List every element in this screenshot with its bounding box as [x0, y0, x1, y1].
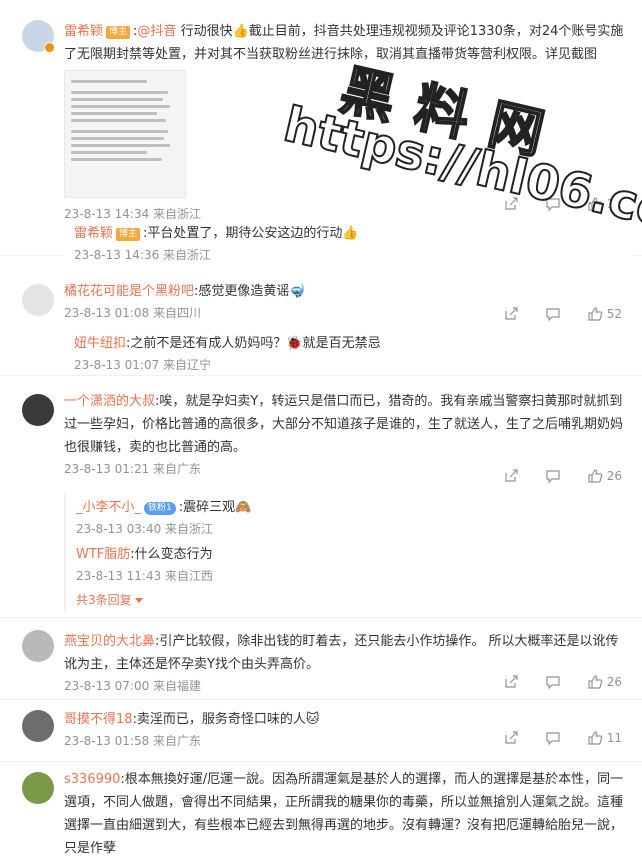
share-icon: [505, 731, 518, 744]
share-button[interactable]: [503, 306, 519, 322]
username-link[interactable]: 哥摸不得18: [64, 712, 133, 727]
reply-button[interactable]: [545, 468, 561, 484]
reply-text: :什么变态行为: [130, 547, 213, 562]
comment-2: 橘花花可能是个黑粉吧:感觉更像造黄谣🤿 23-8-13 01:08 来自四川 5…: [0, 256, 642, 376]
comment-icon: [546, 470, 560, 484]
fan-badge: 铁粉1: [144, 502, 176, 515]
verified-badge-icon: [44, 42, 55, 53]
comment-body: :卖淫而已，服务奇怪口味的人🐱: [132, 712, 320, 727]
comment-actions: 26: [477, 468, 622, 484]
like-count: 26: [606, 675, 622, 689]
comment-actions: 26: [477, 674, 622, 690]
like-count: 26: [606, 469, 622, 483]
comment-text: 燕宝贝的大北鼻:引产比较假，除非出钱的盯着去，还只能去小作坊操作。 所以大概率还…: [64, 630, 632, 676]
comment-text: 橘花花可能是个黑粉吧:感觉更像造黄谣🤿: [64, 280, 632, 303]
more-replies-link[interactable]: 共3条回复: [76, 593, 143, 607]
reply-meta: 23-8-13 01:07 来自辽宁: [74, 358, 212, 372]
comment-icon: [546, 198, 560, 212]
like-button[interactable]: 12: [587, 196, 622, 212]
like-count: 12: [606, 197, 622, 211]
reply-meta: 23-8-13 11:43 来自江西: [76, 569, 214, 583]
share-icon: [505, 675, 518, 688]
username-link[interactable]: 雷希颖: [64, 24, 103, 39]
reply-text: :平台处置了，期待公安这边的行动👍: [143, 226, 359, 241]
comment-body: :感觉更像造黄谣🤿: [194, 284, 306, 299]
reply-text: :震碎三观🙈: [178, 500, 252, 515]
chevron-down-icon: [134, 598, 143, 603]
reply-item: _小李不小_ 铁粉1:震碎三观🙈 23-8-13 03:40 来自浙江: [66, 494, 632, 541]
comment-actions: 52: [477, 306, 622, 322]
like-button[interactable]: 26: [587, 468, 622, 484]
reply-username-link[interactable]: 雷希颖: [74, 226, 113, 241]
comment-icon: [546, 676, 560, 690]
avatar[interactable]: [22, 772, 54, 804]
share-button[interactable]: [503, 674, 519, 690]
comment-text: 哥摸不得18:卖淫而已，服务奇怪口味的人🐱: [64, 708, 632, 731]
comment-icon: [546, 732, 560, 746]
share-icon: [505, 469, 518, 482]
thumbs-up-icon: [588, 307, 602, 321]
avatar[interactable]: [22, 394, 54, 426]
reply-username-link[interactable]: 妞牛纽扣: [74, 336, 126, 351]
comment-actions: 12: [477, 196, 622, 212]
reply-list: 妞牛纽扣:之前不是还有成人奶妈吗？🐞就是百无禁忌 23-8-13 01:07 来…: [64, 330, 632, 377]
mention-link[interactable]: @抖音: [137, 24, 176, 39]
comment-icon: [546, 308, 560, 322]
reply-button[interactable]: [545, 674, 561, 690]
share-button[interactable]: [503, 730, 519, 746]
reply-item: WTF脂肪:什么变态行为 23-8-13 11:43 来自江西: [66, 541, 632, 588]
username-link[interactable]: 燕宝贝的大北鼻: [64, 634, 155, 649]
share-icon: [505, 307, 518, 320]
reply-username-link[interactable]: WTF脂肪: [76, 547, 130, 562]
comment-1: 雷希颖 博主:@抖音 行动很快👍截止目前，抖音共处理违规视频及评论1330条，对2…: [0, 0, 642, 267]
comment-text: 一个潇洒的大叔:唉，就是孕妇卖Y，转运只是借口而已，猎奇的。我有亲戚当警察扫黄那…: [64, 390, 632, 459]
comment-3: 一个潇洒的大叔:唉，就是孕妇卖Y，转运只是借口而已，猎奇的。我有亲戚当警察扫黄那…: [0, 376, 642, 618]
reply-username-link[interactable]: _小李不小_: [76, 500, 141, 515]
reply-meta: 23-8-13 03:40 来自浙江: [76, 522, 214, 536]
thumbs-up-icon: [588, 469, 602, 483]
reply-list: _小李不小_ 铁粉1:震碎三观🙈 23-8-13 03:40 来自浙江 WTF脂肪…: [64, 494, 632, 612]
share-button[interactable]: [503, 468, 519, 484]
reply-button[interactable]: [545, 306, 561, 322]
like-count: 52: [606, 307, 622, 321]
thumbs-up-icon: [588, 731, 602, 745]
reply-text: :之前不是还有成人奶妈吗？🐞就是百无禁忌: [126, 336, 381, 351]
comment-5: 哥摸不得18:卖淫而已，服务奇怪口味的人🐱 23-8-13 01:58 来自广东…: [0, 700, 642, 762]
reply-button[interactable]: [545, 730, 561, 746]
thumbs-up-icon: [588, 197, 602, 211]
thumbs-up-icon: [588, 675, 602, 689]
share-button[interactable]: [503, 196, 519, 212]
like-count: 11: [606, 731, 622, 745]
avatar[interactable]: [22, 630, 54, 662]
blogger-badge: 博主: [116, 228, 141, 241]
reply-item: 妞牛纽扣:之前不是还有成人奶妈吗？🐞就是百无禁忌 23-8-13 01:07 来…: [64, 330, 632, 377]
comment-actions: 11: [477, 730, 622, 746]
reply-button[interactable]: [545, 196, 561, 212]
blogger-badge: 博主: [106, 26, 131, 39]
username-link[interactable]: 一个潇洒的大叔: [64, 394, 155, 409]
comment-6: s336990:根本無換好運/厄運一說。因為所謂運氣是基於人的選擇，而人的選擇是…: [0, 762, 642, 856]
username-link[interactable]: 橘花花可能是个黑粉吧: [64, 284, 194, 299]
comment-text: 雷希颖 博主:@抖音 行动很快👍截止目前，抖音共处理违规视频及评论1330条，对2…: [64, 24, 624, 62]
username-link[interactable]: s336990: [64, 772, 120, 787]
like-button[interactable]: 52: [587, 306, 622, 322]
comment-4: 燕宝贝的大北鼻:引产比较假，除非出钱的盯着去，还只能去小作坊操作。 所以大概率还…: [0, 618, 642, 700]
comment-body: :根本無換好運/厄運一說。因為所謂運氣是基於人的選擇，而人的選擇是基於本性，同一…: [64, 772, 624, 856]
avatar[interactable]: [22, 284, 54, 316]
share-icon: [505, 197, 518, 210]
like-button[interactable]: 26: [587, 674, 622, 690]
comment-text: s336990:根本無換好運/厄運一說。因為所謂運氣是基於人的選擇，而人的選擇是…: [64, 768, 632, 856]
like-button[interactable]: 11: [587, 730, 622, 746]
avatar[interactable]: [22, 710, 54, 742]
attached-screenshot-image[interactable]: [64, 70, 186, 198]
